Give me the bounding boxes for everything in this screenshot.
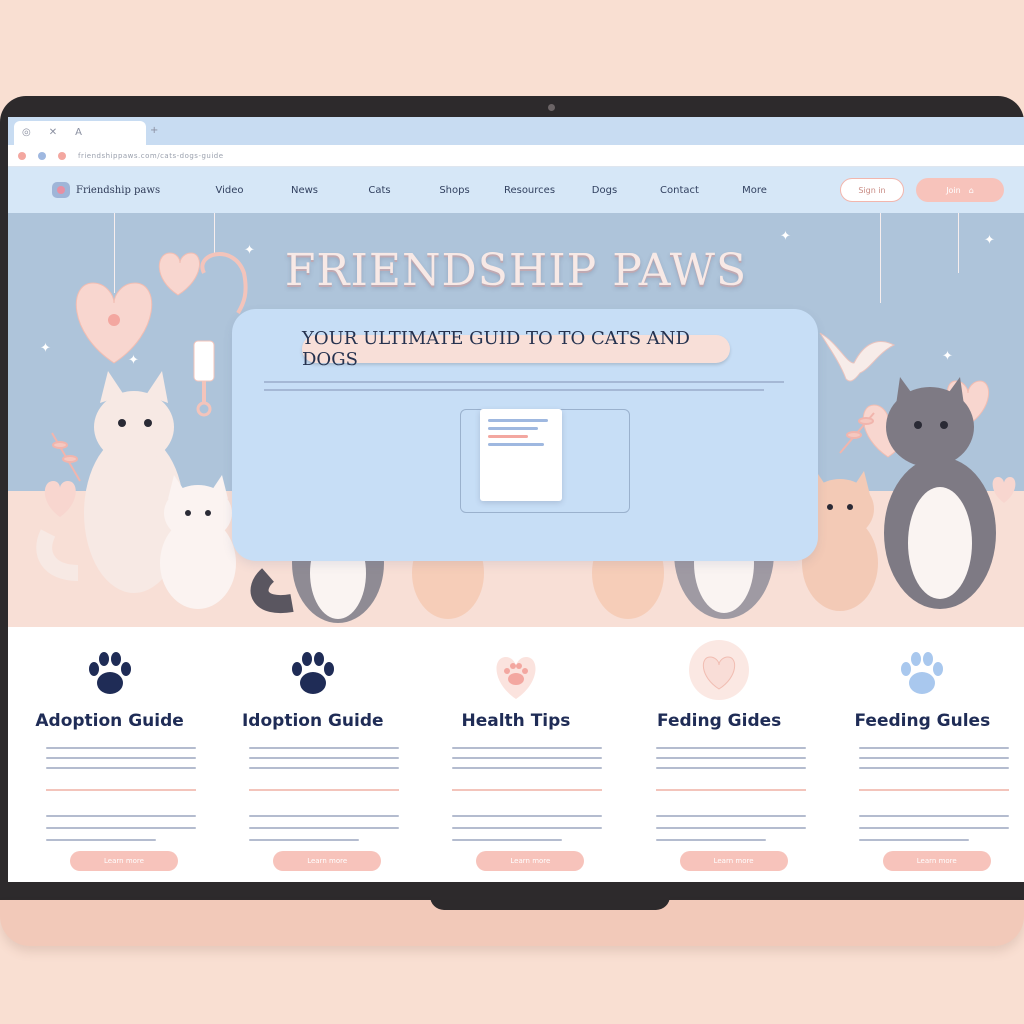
learn-more-button[interactable]: Learn more [273,851,382,871]
forward-icon[interactable] [38,151,46,160]
learn-more-button[interactable]: Learn more [476,851,585,871]
url-text[interactable]: friendshippaws.com/cats-dogs-guide [78,152,224,160]
text-line [858,815,1009,817]
hero-section: ✦ ✦ ✦ ✦ ✦ ✦ FRIENDSHIP PAWS YOUR ULTIMAT… [8,213,1024,627]
nav-links: Video News Cats Shops Resources Dogs Con… [192,185,840,196]
text-line [452,815,603,817]
sparkle-icon: ✦ [942,349,953,364]
text-line [249,839,360,841]
card-title: Adoption Guide [35,711,184,731]
text-line [858,757,1009,759]
text-line [46,757,196,759]
site-nav: Friendship paws Video News Cats Shops Re… [8,167,1024,213]
favicon-icon: ◎ [22,127,31,138]
nav-news[interactable]: News [267,185,342,196]
nav-contact[interactable]: Contact [642,185,717,196]
divider [452,789,603,791]
text-line [249,757,400,759]
paw-print-icon [291,652,334,694]
text-line [452,827,603,829]
learn-more-button[interactable]: Learn more [679,851,788,871]
hero-tagline: YOUR ULTIMATE GUID TO TO CATS AND DOGS [302,328,730,370]
text-line [655,827,806,829]
nav-shops[interactable]: Shops [417,185,492,196]
card-feeding-gules[interactable]: Feeding Gules Learn more [821,627,1024,882]
text-line [46,839,156,841]
card-title: Feding Gides [657,711,782,731]
text-line [655,767,806,769]
bird-icon [819,332,896,382]
text-line [655,815,806,817]
text-line [858,827,1009,829]
nav-cats[interactable]: Cats [342,185,417,196]
paw-logo-icon [52,182,70,198]
nav-video[interactable]: Video [192,185,267,196]
paw-heart-icon [496,657,536,699]
guide-document-icon [480,409,562,501]
sign-in-button[interactable]: Sign in [840,178,904,202]
text-line [249,827,400,829]
user-icon: ⌂ [968,185,974,195]
translate-icon[interactable]: A [75,128,82,138]
card-title: Health Tips [461,711,571,731]
text-line [452,757,603,759]
card-title: Idoption Guide [241,711,384,731]
text-line [264,381,784,383]
tab-bar: ◎ ✕ A + [8,117,1024,145]
text-line [249,747,400,749]
divider [655,789,806,791]
text-line [858,747,1009,749]
text-line [655,757,806,759]
new-tab-icon[interactable]: + [150,126,158,136]
divider [249,789,400,791]
address-bar[interactable]: friendshippaws.com/cats-dogs-guide [8,145,1024,167]
webcam [548,104,555,111]
text-line [452,839,563,841]
hero-title: FRIENDSHIP PAWS [284,245,748,296]
divider [858,789,1009,791]
text-line [46,815,196,817]
text-line [452,767,603,769]
text-line [264,389,764,391]
card-feeding-guides[interactable]: Feding Gides Learn more [618,627,821,882]
sparkle-icon: ✦ [40,341,51,356]
card-health-tips[interactable]: Health Tips Learn more [414,627,617,882]
sparkle-icon: ✦ [780,229,791,244]
paw-print-icon [901,652,944,694]
reload-icon[interactable] [58,151,66,160]
text-line [46,767,196,769]
learn-more-button[interactable]: Learn more [70,851,178,871]
kitten-illustration [160,475,236,609]
back-icon[interactable] [18,151,26,160]
learn-more-button[interactable]: Learn more [882,851,991,871]
sparkle-icon: ✦ [128,353,139,368]
join-button[interactable]: Join ⌂ [916,178,1004,202]
nav-more[interactable]: More [717,185,792,196]
text-line [655,747,806,749]
browser-tab[interactable]: ◎ ✕ A [14,121,146,145]
card-title: Feeding Gules [854,711,991,731]
brand-name: Friendship paws [76,184,161,196]
laptop-notch [430,896,670,910]
feature-cards: Adoption Guide Learn more Idoption Guide… [8,627,1024,882]
text-line [249,767,400,769]
nav-resources[interactable]: Resources [492,185,567,196]
nav-dogs[interactable]: Dogs [567,185,642,196]
close-icon[interactable]: ✕ [49,128,57,138]
heart-icon [689,640,750,700]
card-adoption-guide[interactable]: Adoption Guide Learn more [8,627,211,882]
text-line [249,815,400,817]
paw-print-icon [88,652,131,694]
text-line [46,747,196,749]
text-line [858,839,969,841]
divider [46,789,196,791]
text-line [655,839,766,841]
site-logo[interactable]: Friendship paws [52,182,192,198]
browser-window: ◎ ✕ A + friendshippaws.com/cats-dogs-gui… [8,117,1024,882]
text-line [452,747,603,749]
text-line [46,827,196,829]
text-line [858,767,1009,769]
card-idoption-guide[interactable]: Idoption Guide Learn more [211,627,414,882]
join-label: Join [946,185,961,195]
